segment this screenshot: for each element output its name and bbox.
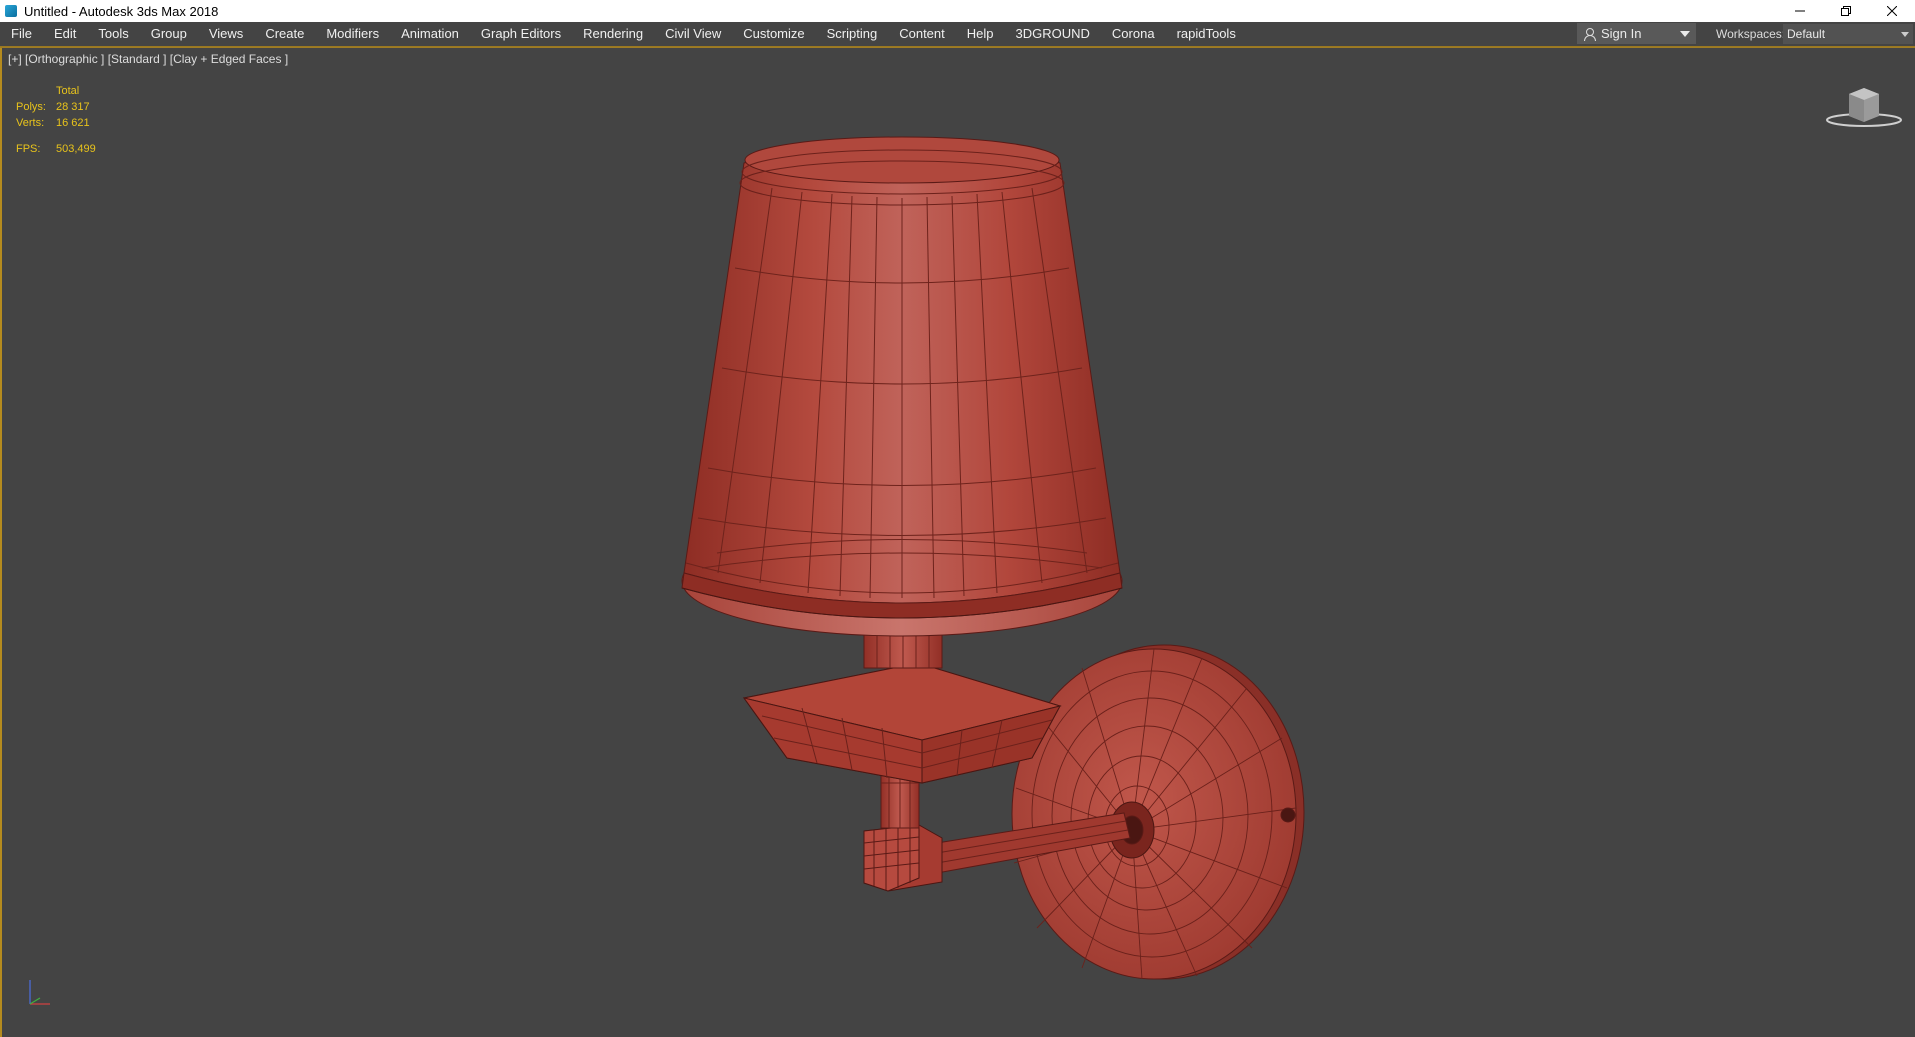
polys-value: 28 317 (56, 101, 90, 113)
menu-customize[interactable]: Customize (732, 22, 815, 46)
menu-animation[interactable]: Animation (390, 22, 470, 46)
menu-file[interactable]: File (0, 22, 43, 46)
workspace-dropdown[interactable]: Default (1783, 24, 1913, 44)
menu-modifiers[interactable]: Modifiers (315, 22, 390, 46)
fps-value: 503,499 (56, 143, 96, 155)
verts-label: Verts: (16, 117, 45, 129)
sign-in-button[interactable]: Sign In (1577, 23, 1696, 44)
window-controls (1777, 0, 1915, 22)
statistics-overlay: Total Polys: 28 317 Verts: 16 621 FPS: 503,… (16, 83, 96, 157)
menu-civil-view[interactable]: Civil View (654, 22, 732, 46)
verts-value: 16 621 (56, 117, 90, 129)
menu-rendering[interactable]: Rendering (572, 22, 654, 46)
menu-3dground[interactable]: 3DGROUND (1005, 22, 1101, 46)
close-icon[interactable] (1869, 0, 1915, 22)
arm-knuckle (863, 824, 943, 892)
perspective-viewport[interactable]: [+] [Orthographic ] [Standard ] [Clay + … (0, 48, 1915, 1037)
3dsmax-app-icon (4, 4, 18, 18)
wall-plate (1011, 644, 1305, 980)
sign-in-label: Sign In (1601, 26, 1642, 41)
restore-icon[interactable] (1823, 0, 1869, 22)
workspaces-label: Workspaces: (1716, 27, 1786, 41)
menu-tools[interactable]: Tools (87, 22, 139, 46)
menu-create[interactable]: Create (254, 22, 315, 46)
wall-lamp-model (681, 136, 1305, 980)
menu-views[interactable]: Views (198, 22, 254, 46)
chevron-down-icon (1901, 32, 1909, 37)
fps-label: FPS: (16, 143, 41, 155)
chevron-down-icon (1680, 31, 1690, 37)
window-title: Untitled - Autodesk 3ds Max 2018 (24, 3, 219, 19)
bobeche (742, 662, 1062, 784)
menu-content[interactable]: Content (888, 22, 956, 46)
menu-group[interactable]: Group (140, 22, 198, 46)
viewport-label-menu[interactable]: [+] [Orthographic ] [Standard ] [Clay + … (8, 52, 288, 66)
menu-rapidtools[interactable]: rapidTools (1166, 22, 1247, 46)
user-icon (1583, 27, 1596, 41)
menu-corona[interactable]: Corona (1101, 22, 1166, 46)
axis-tripod-icon (29, 980, 50, 1005)
minimize-icon[interactable] (1777, 0, 1823, 22)
menu-scripting[interactable]: Scripting (816, 22, 889, 46)
polys-label: Polys: (16, 101, 46, 113)
menu-edit[interactable]: Edit (43, 22, 87, 46)
viewcube-icon[interactable] (1825, 80, 1903, 130)
menu-help[interactable]: Help (956, 22, 1005, 46)
title-bar: Untitled - Autodesk 3ds Max 2018 (0, 0, 1915, 22)
stats-header: Total (56, 85, 80, 97)
workspace-value: Default (1787, 27, 1826, 41)
lamp-shade (681, 136, 1123, 637)
menu-graph-editors[interactable]: Graph Editors (470, 22, 572, 46)
